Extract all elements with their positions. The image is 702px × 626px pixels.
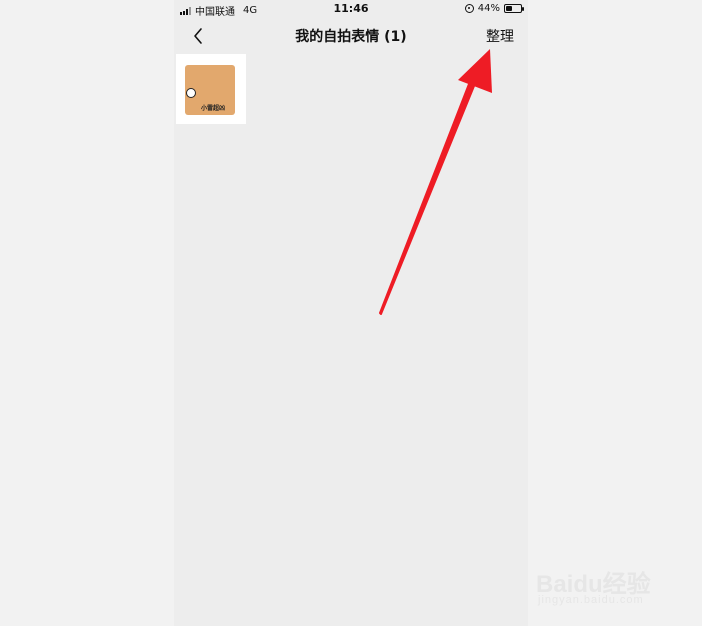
chevron-left-icon	[194, 28, 202, 44]
watermark-logo: Baidu经验 jingyan.baidu.com	[536, 548, 696, 618]
sticker-caption: 小雷超凶	[200, 105, 225, 112]
screenshot-canvas: 中国联通 4G 11:46 44% 我的自拍表情 (1) 整理 小雷超凶 Bai…	[0, 0, 702, 626]
battery-percent: 44%	[477, 3, 500, 14]
back-button[interactable]	[186, 23, 210, 49]
battery-icon	[504, 4, 524, 13]
rotation-lock-icon	[464, 4, 474, 13]
navigation-bar: 我的自拍表情 (1) 整理	[174, 18, 528, 54]
page-title: 我的自拍表情 (1)	[295, 29, 407, 45]
organize-button[interactable]: 整理	[486, 26, 514, 46]
battery-fill	[506, 6, 513, 11]
status-right: 44%	[464, 3, 524, 14]
phone-screen: 中国联通 4G 11:46 44% 我的自拍表情 (1) 整理 小雷超凶	[174, 0, 528, 626]
watermark-url: jingyan.baidu.com	[538, 594, 644, 606]
sticker-item[interactable]: 小雷超凶	[176, 54, 246, 124]
status-bar: 中国联通 4G 11:46 44%	[174, 0, 528, 18]
select-radio[interactable]	[186, 88, 196, 98]
